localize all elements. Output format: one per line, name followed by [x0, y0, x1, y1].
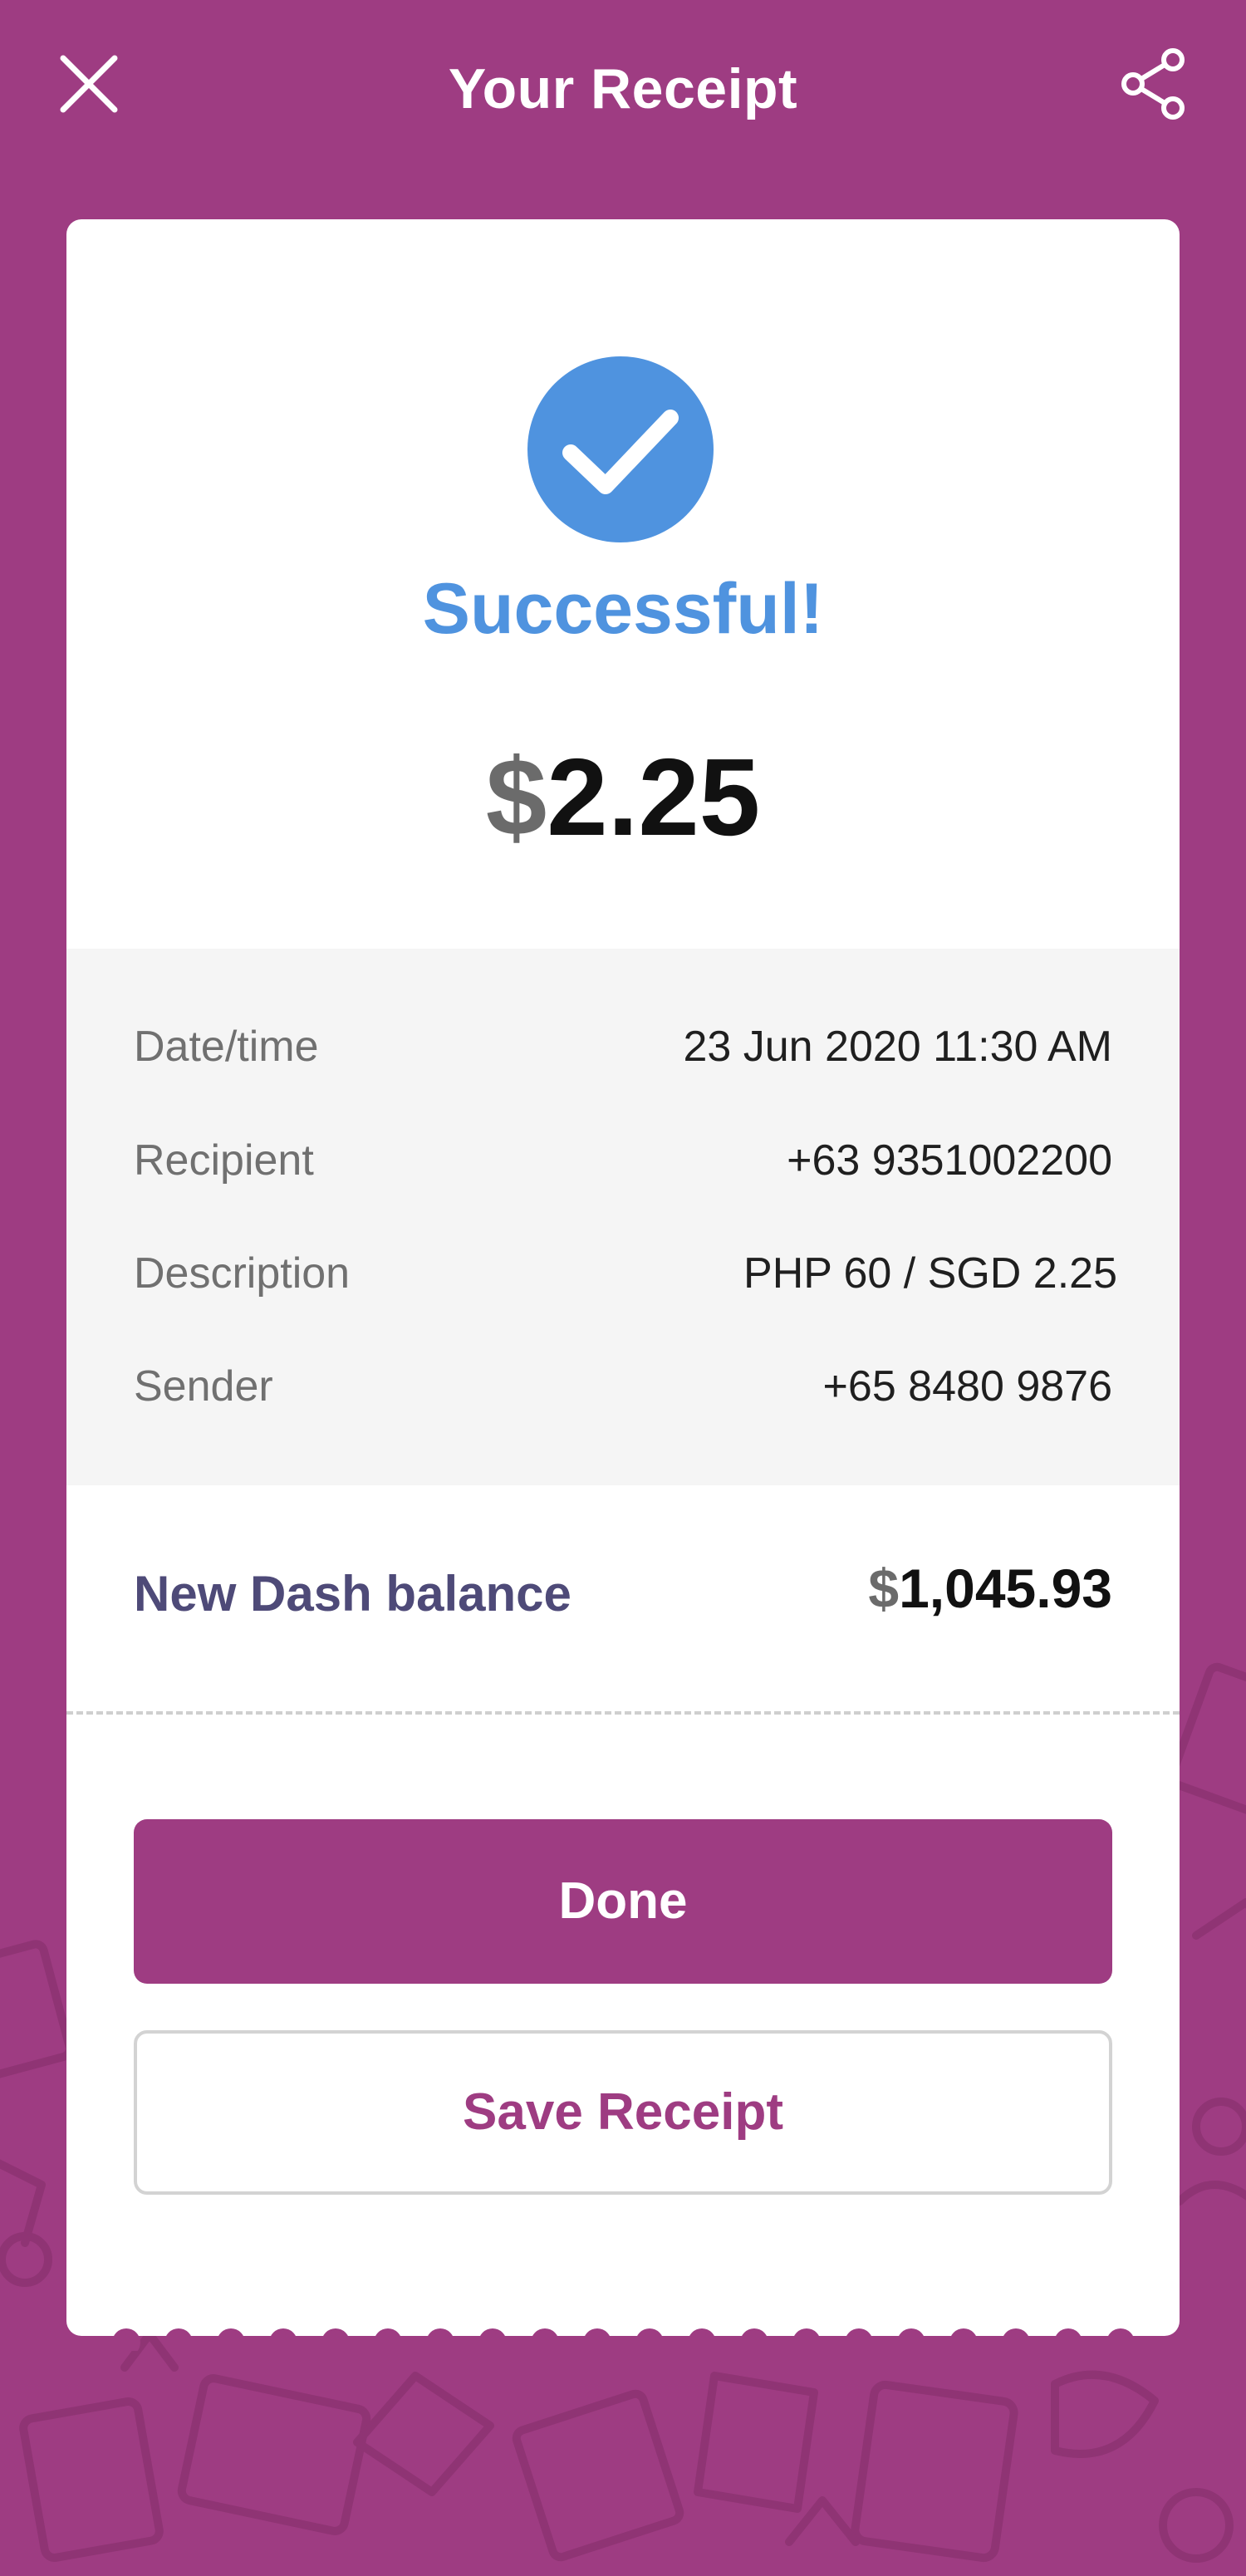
receipt-card: Successful! $2.25 Date/time 23 Jun 2020 … — [66, 219, 1180, 2336]
detail-label: Sender — [134, 1362, 273, 1411]
app-header: Your Receipt — [0, 0, 1246, 191]
balance-value: $1,045.93 — [868, 1557, 1112, 1620]
save-receipt-button[interactable]: Save Receipt — [134, 2030, 1112, 2195]
detail-row-datetime: Date/time 23 Jun 2020 11:30 AM — [134, 1022, 1112, 1088]
receipt-scalloped-edge — [112, 2328, 1135, 2351]
amount-value: 2.25 — [547, 736, 761, 858]
balance-currency: $ — [868, 1558, 900, 1619]
page-title: Your Receipt — [448, 57, 798, 120]
detail-row-recipient: Recipient +63 9351002200 — [134, 1136, 1112, 1202]
detail-label: Recipient — [134, 1136, 314, 1185]
receipt-screen: Your Receipt Successful! $2.25 Date/time… — [0, 0, 1246, 2576]
detail-row-sender: Sender +65 8480 9876 — [134, 1362, 1112, 1428]
detail-value: +65 8480 9876 — [822, 1362, 1112, 1411]
detail-value: PHP 60 / SGD 2.25 — [743, 1249, 1117, 1298]
balance-label: New Dash balance — [134, 1566, 571, 1622]
share-button[interactable] — [1116, 47, 1191, 121]
success-message: Successful! — [422, 569, 824, 649]
detail-label: Description — [134, 1249, 351, 1298]
detail-label: Date/time — [134, 1023, 319, 1071]
check-circle-icon — [527, 356, 714, 542]
share-icon — [1121, 48, 1185, 120]
dashed-divider — [66, 1711, 1180, 1715]
detail-value: 23 Jun 2020 11:30 AM — [683, 1023, 1112, 1071]
payment-amount: $2.25 — [66, 734, 1180, 860]
detail-value: +63 9351002200 — [787, 1136, 1112, 1185]
balance-amount: 1,045.93 — [899, 1558, 1112, 1619]
transaction-details: Date/time 23 Jun 2020 11:30 AM Recipient… — [66, 949, 1180, 1485]
done-button[interactable]: Done — [134, 1819, 1112, 1984]
amount-currency: $ — [485, 736, 547, 858]
detail-row-description: Description PHP 60 / SGD 2.25 — [134, 1249, 1117, 1315]
